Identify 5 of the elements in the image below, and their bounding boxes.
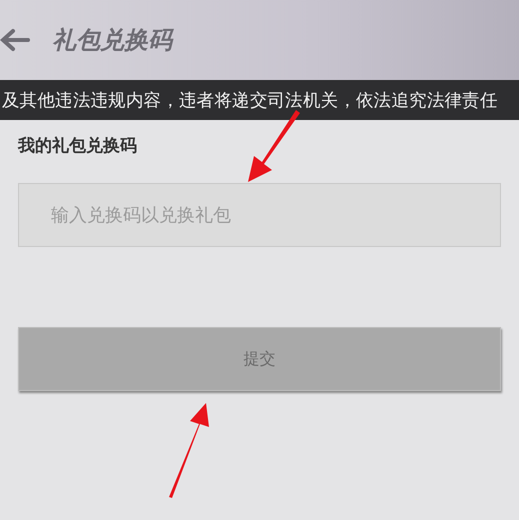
page-title: 礼包兑换码 — [52, 25, 172, 56]
field-label: 我的礼包兑换码 — [18, 135, 137, 157]
back-arrow-icon[interactable] — [0, 28, 30, 52]
code-input-field[interactable]: 输入兑换码以兑换礼包 — [18, 183, 501, 247]
notice-text: 及其他违法违规内容，违者将递交司法机关，依法追究法律责任 — [2, 90, 498, 112]
